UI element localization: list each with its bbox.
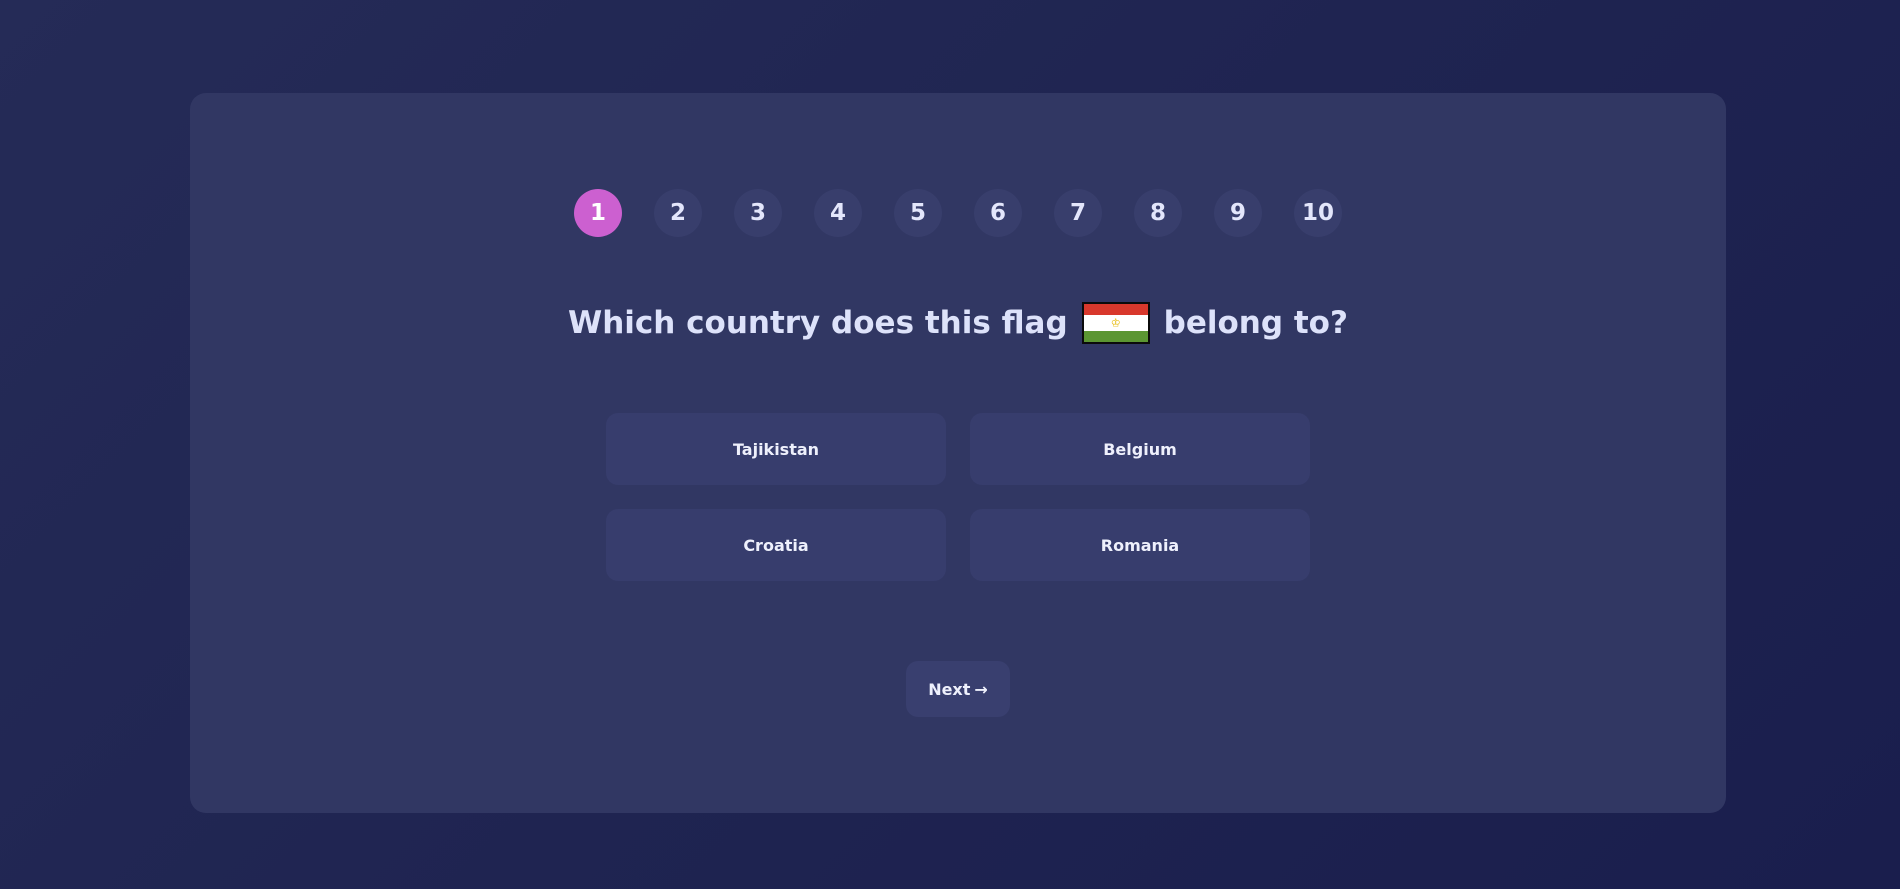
next-button-label: Next	[928, 679, 971, 699]
step-4-button[interactable]: 4	[814, 189, 862, 237]
step-3-button[interactable]: 3	[734, 189, 782, 237]
question-text-before: Which country does this flag	[568, 305, 1068, 341]
arrow-right-icon: →	[974, 679, 988, 699]
flag-green-stripe	[1083, 331, 1148, 342]
answer-option-tajikistan[interactable]: Tajikistan	[606, 413, 946, 485]
answer-option-croatia[interactable]: Croatia	[606, 509, 946, 581]
step-6-button[interactable]: 6	[974, 189, 1022, 237]
step-5-button[interactable]: 5	[894, 189, 942, 237]
tajikistan-flag-icon: ♔	[1081, 302, 1150, 344]
step-9-button[interactable]: 9	[1214, 189, 1262, 237]
step-10-button[interactable]: 10	[1294, 189, 1342, 237]
next-button[interactable]: Next →	[906, 661, 1010, 717]
flag-crown-emblem: ♔	[1110, 316, 1121, 330]
answer-option-romania[interactable]: Romania	[970, 509, 1310, 581]
step-8-button[interactable]: 8	[1134, 189, 1182, 237]
flag-red-stripe	[1083, 304, 1148, 315]
step-7-button[interactable]: 7	[1054, 189, 1102, 237]
step-1-button[interactable]: 1	[574, 189, 622, 237]
answer-option-belgium[interactable]: Belgium	[970, 413, 1310, 485]
step-indicator: 1 2 3 4 5 6 7 8 9 10	[190, 189, 1726, 237]
answer-options: Tajikistan Belgium Croatia Romania	[606, 413, 1310, 581]
step-2-button[interactable]: 2	[654, 189, 702, 237]
question-heading: Which country does this flag ♔ belong to…	[190, 302, 1726, 344]
quiz-card: 1 2 3 4 5 6 7 8 9 10 Which country does …	[190, 93, 1726, 813]
question-text-after: belong to?	[1163, 305, 1348, 341]
